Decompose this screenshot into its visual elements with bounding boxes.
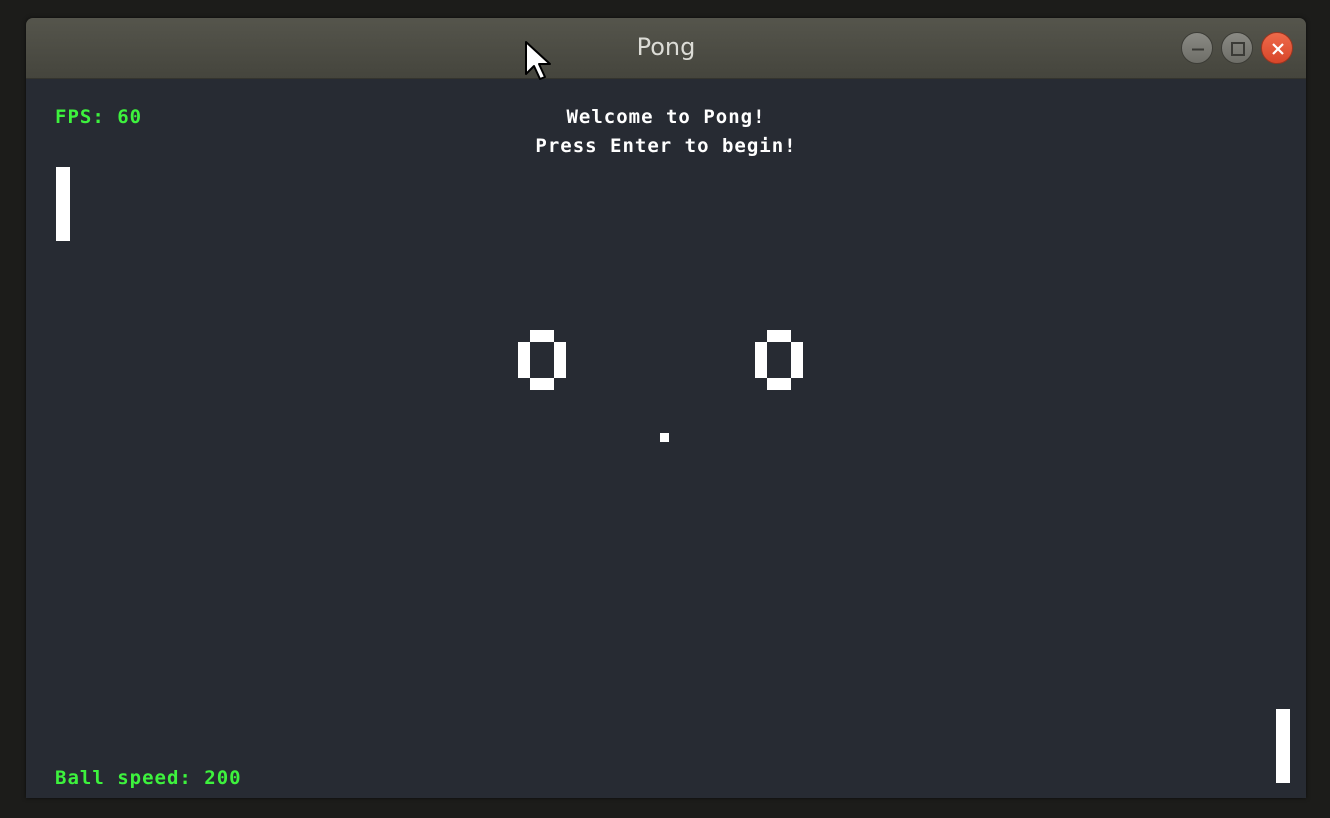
close-icon	[1272, 43, 1284, 55]
desktop: Pong FPS: 60 Welcome to Pong! Press Ente…	[0, 0, 1330, 818]
minimize-icon	[1192, 48, 1204, 51]
close-button[interactable]	[1261, 32, 1293, 64]
ball	[660, 433, 669, 442]
maximize-button[interactable]	[1221, 32, 1253, 64]
player2-score-digit: 0	[755, 330, 803, 390]
start-prompt: Press Enter to begin!	[535, 135, 797, 157]
welcome-message: Welcome to Pong!	[566, 106, 766, 128]
title-bar[interactable]: Pong	[26, 18, 1306, 79]
right-paddle	[1276, 709, 1290, 783]
mouse-pointer-icon	[525, 41, 551, 80]
left-paddle	[56, 167, 70, 241]
player1-score-digit: 0	[518, 330, 566, 390]
maximize-icon	[1231, 42, 1245, 56]
game-canvas[interactable]: FPS: 60 Welcome to Pong! Press Enter to …	[26, 79, 1306, 798]
player2-score: 0	[755, 330, 803, 394]
ball-speed-readout: Ball speed: 200	[55, 767, 242, 789]
minimize-button[interactable]	[1181, 32, 1213, 64]
player1-score: 0	[518, 330, 566, 394]
pong-window: Pong FPS: 60 Welcome to Pong! Press Ente…	[26, 18, 1306, 798]
window-title: Pong	[636, 33, 696, 61]
